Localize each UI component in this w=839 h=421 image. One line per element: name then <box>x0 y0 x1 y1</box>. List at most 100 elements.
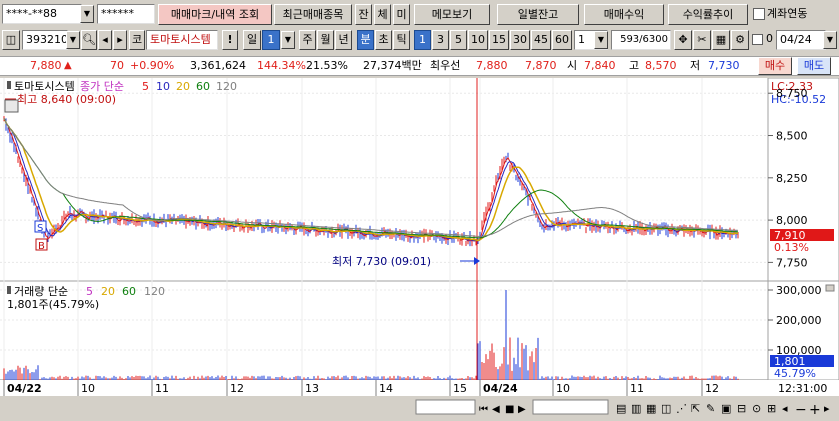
line-style-icon[interactable]: ▥ <box>631 402 641 415</box>
period-month-button[interactable]: 월 <box>317 30 334 50</box>
unfilled-button[interactable]: 미 <box>393 4 410 25</box>
x-tick-label-5: 14 <box>379 382 393 395</box>
bar-style-icon[interactable]: ▤ <box>616 402 626 415</box>
chart-background <box>0 78 839 421</box>
x-tick-label-10: 12 <box>705 382 719 395</box>
volume-ma-5: 5 <box>86 285 93 298</box>
scroll-track[interactable] <box>415 399 476 415</box>
top-toolbar: ****-**88 ▼ ****** 매매마크/내역 조회 최근매매종목 잔 체… <box>0 0 839 28</box>
recent-stocks-button[interactable]: 최근매매종목 <box>274 4 352 25</box>
interval-dropdown-icon[interactable]: ▼ <box>594 31 608 49</box>
order-history-button[interactable]: 매매마크/내역 조회 <box>158 4 272 25</box>
period-year-button[interactable]: 년 <box>335 30 352 50</box>
zoom-out-icon[interactable]: − <box>795 402 807 418</box>
password-field[interactable]: ****** <box>97 4 155 24</box>
trade-profit-button[interactable]: 매매수익 <box>584 4 664 25</box>
account-link-checkbox[interactable] <box>753 8 765 20</box>
scissors-icon[interactable]: ✂ <box>693 30 711 50</box>
magnifier-icon[interactable]: ⊙ <box>752 402 761 415</box>
code-dropdown-icon[interactable]: ▼ <box>66 31 80 49</box>
trend-icon[interactable]: ⋰ <box>676 402 687 415</box>
period-minute-button[interactable]: 분 <box>357 30 374 50</box>
draw-icon[interactable]: ✎ <box>706 402 715 415</box>
legend-stock-name: 토마토시스템 <box>14 80 75 93</box>
rewind-icon[interactable]: ⏮ <box>479 404 488 415</box>
period-second-button[interactable]: 초 <box>375 30 392 50</box>
interval-30-button[interactable]: 30 <box>510 30 530 50</box>
execution-button[interactable]: 체 <box>374 4 391 25</box>
account-field[interactable]: ****-**88 <box>2 4 82 24</box>
low-marker-label: 최저 7,730 (09:01) <box>332 255 431 268</box>
account-link-label: 계좌연동 <box>767 7 808 20</box>
ruler-icon[interactable]: ⊟ <box>737 402 746 415</box>
time-label: 12:31:00 <box>778 382 827 395</box>
interval-15-button[interactable]: 15 <box>489 30 509 50</box>
grid-icon[interactable]: ▦ <box>712 30 730 50</box>
volume-legend-marker <box>7 286 11 294</box>
interval-60-button[interactable]: 60 <box>552 30 572 50</box>
volume-ma-120: 120 <box>144 285 165 298</box>
high-marker-label: 최고 8,640 (09:00) <box>17 93 116 106</box>
memo-button[interactable]: 메모보기 <box>414 4 490 25</box>
calendar-icon[interactable] <box>4 99 19 113</box>
date-dropdown-icon[interactable]: ▼ <box>823 31 837 49</box>
gear-icon[interactable]: ⚙ <box>731 30 749 50</box>
next-stock-icon[interactable]: ▸ <box>113 30 127 50</box>
daily-balance-button[interactable]: 일별잔고 <box>497 4 579 25</box>
x-tick-label-3: 12 <box>230 382 244 395</box>
price-change-pct: +0.90% <box>130 59 175 72</box>
date-input[interactable]: 04/24 <box>776 30 826 50</box>
play-icon[interactable]: ▶ <box>518 404 526 415</box>
period-day-button[interactable]: 일 <box>243 30 261 50</box>
data-count-field[interactable]: 593/6300 <box>611 30 671 50</box>
scroll-right-icon[interactable]: ▸ <box>824 402 830 415</box>
turnover-rate: 21.53% <box>306 59 348 72</box>
alert-button[interactable]: ! <box>222 30 238 50</box>
chart-area[interactable]: 토마토시스템 종가 단순 5 10 20 60 120 최고 8,640 (09… <box>0 77 839 421</box>
price-tick-label-0: 7,750 <box>776 256 808 269</box>
search-icon[interactable]: 🔍︎ <box>81 30 97 50</box>
volume: 3,361,624 <box>190 59 246 72</box>
date-checkbox-label: 0 <box>766 32 773 45</box>
interval-10-button[interactable]: 10 <box>468 30 488 50</box>
scroll-left-icon[interactable]: ◂ <box>782 402 788 415</box>
volume-legend-label: 거래량 단순 <box>14 285 68 298</box>
play-back-icon[interactable]: ◀ <box>492 404 500 415</box>
period-dropdown-icon[interactable]: ▼ <box>281 31 295 49</box>
interval-3-button[interactable]: 3 <box>432 30 449 50</box>
up-arrow-icon: ▲ <box>64 60 72 71</box>
share-icon[interactable]: ⇱ <box>691 402 700 415</box>
period-week-button[interactable]: 주 <box>299 30 316 50</box>
date-checkbox[interactable] <box>752 34 763 45</box>
candle-style-icon[interactable]: ▦ <box>646 402 656 415</box>
buy-button[interactable]: 매수 <box>758 57 792 75</box>
zoom-in-icon[interactable]: + <box>809 402 821 418</box>
open-price: 7,840 <box>584 59 616 72</box>
zoom-track[interactable] <box>532 399 609 415</box>
interval-1-button[interactable]: 1 <box>414 30 431 50</box>
crosshair-icon[interactable]: ✥ <box>674 30 692 50</box>
x-tick-label-8: 10 <box>556 382 570 395</box>
stop-icon[interactable]: ■ <box>505 404 514 415</box>
x-tick-label-7: 04/24 <box>483 382 518 395</box>
return-trend-button[interactable]: 수익률추이 <box>668 4 748 25</box>
stock-code-input[interactable]: 393210 <box>22 30 68 50</box>
capture-icon[interactable]: ▣ <box>721 402 731 415</box>
sell-button[interactable]: 매도 <box>797 57 831 75</box>
x-tick-label-6: 15 <box>453 382 467 395</box>
zoom-fit-icon[interactable]: ⊞ <box>767 402 776 415</box>
dot-style-icon[interactable]: ◫ <box>661 402 671 415</box>
price-tick-label-2: 8,250 <box>776 172 808 185</box>
balance-button[interactable]: 잔 <box>355 4 372 25</box>
volume-scroll-icon[interactable] <box>825 284 835 292</box>
stock-name-field[interactable]: 토마토시스템 <box>146 30 218 50</box>
price-change: 70 <box>110 59 124 72</box>
account-dropdown-icon[interactable]: ▼ <box>80 5 94 23</box>
interval-45-button[interactable]: 45 <box>531 30 551 50</box>
x-tick-label-4: 13 <box>305 382 319 395</box>
period-value-input[interactable]: 1 <box>262 30 280 50</box>
prev-stock-icon[interactable]: ◂ <box>98 30 112 50</box>
interval-5-button[interactable]: 5 <box>450 30 467 50</box>
period-tick-button[interactable]: 틱 <box>393 30 410 50</box>
panel-toggle-icon[interactable]: ◫ <box>2 30 20 50</box>
